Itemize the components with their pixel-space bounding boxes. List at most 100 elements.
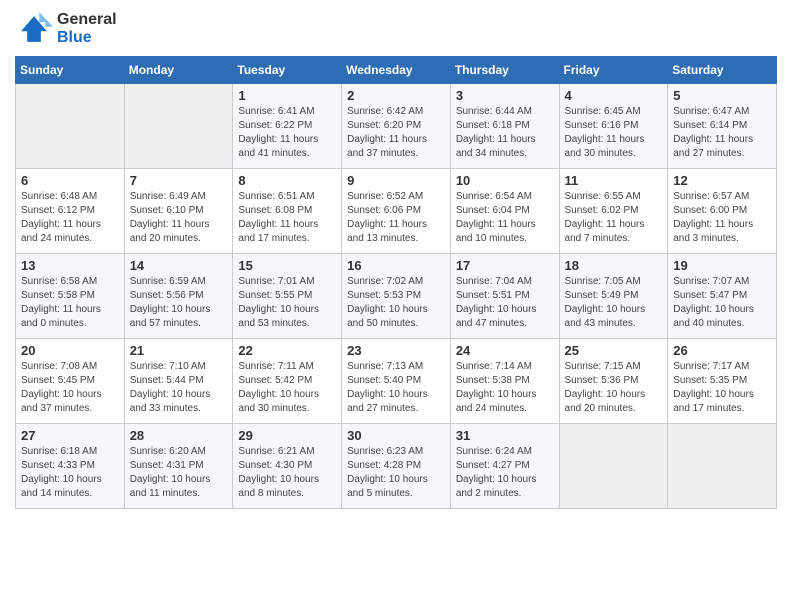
- day-info: Sunrise: 6:52 AM Sunset: 6:06 PM Dayligh…: [347, 190, 445, 246]
- calendar-header-row: SundayMondayTuesdayWednesdayThursdayFrid…: [16, 57, 777, 84]
- day-number: 12: [673, 173, 771, 188]
- calendar-cell: [668, 424, 777, 509]
- day-info: Sunrise: 6:58 AM Sunset: 5:58 PM Dayligh…: [21, 275, 119, 331]
- day-number: 31: [456, 428, 554, 443]
- calendar-cell: 9 Sunrise: 6:52 AM Sunset: 6:06 PM Daylig…: [342, 169, 451, 254]
- calendar-cell: 7Sunrise: 6:49 AM Sunset: 6:10 PM Daylig…: [124, 169, 233, 254]
- calendar-week-row: 13Sunrise: 6:58 AM Sunset: 5:58 PM Dayli…: [16, 254, 777, 339]
- calendar-cell: 4 Sunrise: 6:45 AM Sunset: 6:16 PM Daylig…: [559, 84, 668, 169]
- day-number: 8: [238, 173, 336, 188]
- day-number: 11: [565, 173, 663, 188]
- day-info: Sunrise: 6:47 AM Sunset: 6:14 PM Dayligh…: [673, 105, 771, 161]
- calendar-cell: 20Sunrise: 7:08 AM Sunset: 5:45 PM Dayli…: [16, 339, 125, 424]
- day-info: Sunrise: 7:11 AM Sunset: 5:42 PM Dayligh…: [238, 360, 336, 416]
- calendar-cell: 13Sunrise: 6:58 AM Sunset: 5:58 PM Dayli…: [16, 254, 125, 339]
- day-number: 22: [238, 343, 336, 358]
- day-number: 30: [347, 428, 445, 443]
- day-of-week-header: Monday: [124, 57, 233, 84]
- day-info: Sunrise: 6:24 AM Sunset: 4:27 PM Dayligh…: [456, 445, 554, 501]
- calendar-week-row: 20Sunrise: 7:08 AM Sunset: 5:45 PM Dayli…: [16, 339, 777, 424]
- calendar-cell: 19 Sunrise: 7:07 AM Sunset: 5:47 PM Dayli…: [668, 254, 777, 339]
- calendar-cell: 27 Sunrise: 6:18 AM Sunset: 4:33 PM Dayli…: [16, 424, 125, 509]
- day-info: Sunrise: 6:55 AM Sunset: 6:02 PM Dayligh…: [565, 190, 663, 246]
- day-number: 6: [21, 173, 119, 188]
- day-number: 16: [347, 258, 445, 273]
- day-number: 5: [673, 88, 771, 103]
- calendar-header: General Blue: [15, 10, 777, 48]
- calendar-cell: 10 Sunrise: 6:54 AM Sunset: 6:04 PM Dayli…: [450, 169, 559, 254]
- day-number: 19: [673, 258, 771, 273]
- calendar-cell: 24Sunrise: 7:14 AM Sunset: 5:38 PM Dayli…: [450, 339, 559, 424]
- day-of-week-header: Sunday: [16, 57, 125, 84]
- day-number: 15: [238, 258, 336, 273]
- calendar-cell: 17 Sunrise: 7:04 AM Sunset: 5:51 PM Dayli…: [450, 254, 559, 339]
- logo-blue: Blue: [57, 29, 117, 47]
- logo-icon: [15, 10, 53, 48]
- calendar-cell: 11 Sunrise: 6:55 AM Sunset: 6:02 PM Dayli…: [559, 169, 668, 254]
- calendar-cell: 15 Sunrise: 7:01 AM Sunset: 5:55 PM Dayli…: [233, 254, 342, 339]
- day-number: 14: [130, 258, 228, 273]
- day-number: 23: [347, 343, 445, 358]
- day-info: Sunrise: 7:04 AM Sunset: 5:51 PM Dayligh…: [456, 275, 554, 331]
- calendar-cell: 30Sunrise: 6:23 AM Sunset: 4:28 PM Dayli…: [342, 424, 451, 509]
- day-info: Sunrise: 6:54 AM Sunset: 6:04 PM Dayligh…: [456, 190, 554, 246]
- calendar-cell: 28Sunrise: 6:20 AM Sunset: 4:31 PM Dayli…: [124, 424, 233, 509]
- day-info: Sunrise: 7:07 AM Sunset: 5:47 PM Dayligh…: [673, 275, 771, 331]
- day-number: 25: [565, 343, 663, 358]
- calendar-cell: 31 Sunrise: 6:24 AM Sunset: 4:27 PM Dayli…: [450, 424, 559, 509]
- day-of-week-header: Wednesday: [342, 57, 451, 84]
- logo-general: General: [57, 11, 117, 29]
- calendar-cell: 1 Sunrise: 6:41 AM Sunset: 6:22 PM Daylig…: [233, 84, 342, 169]
- calendar-container: General Blue SundayMondayTuesdayWednesda…: [0, 0, 792, 524]
- day-info: Sunrise: 6:18 AM Sunset: 4:33 PM Dayligh…: [21, 445, 119, 501]
- calendar-cell: 6 Sunrise: 6:48 AM Sunset: 6:12 PM Daylig…: [16, 169, 125, 254]
- calendar-cell: 14 Sunrise: 6:59 AM Sunset: 5:56 PM Dayli…: [124, 254, 233, 339]
- day-info: Sunrise: 6:21 AM Sunset: 4:30 PM Dayligh…: [238, 445, 336, 501]
- calendar-cell: 12 Sunrise: 6:57 AM Sunset: 6:00 PM Dayli…: [668, 169, 777, 254]
- calendar-cell: 29 Sunrise: 6:21 AM Sunset: 4:30 PM Dayli…: [233, 424, 342, 509]
- day-info: Sunrise: 6:49 AM Sunset: 6:10 PM Dayligh…: [130, 190, 228, 246]
- calendar-week-row: 27 Sunrise: 6:18 AM Sunset: 4:33 PM Dayli…: [16, 424, 777, 509]
- calendar-cell: [124, 84, 233, 169]
- calendar-week-row: 1 Sunrise: 6:41 AM Sunset: 6:22 PM Daylig…: [16, 84, 777, 169]
- calendar-week-row: 6 Sunrise: 6:48 AM Sunset: 6:12 PM Daylig…: [16, 169, 777, 254]
- day-number: 1: [238, 88, 336, 103]
- day-info: Sunrise: 6:20 AM Sunset: 4:31 PM Dayligh…: [130, 445, 228, 501]
- day-info: Sunrise: 7:05 AM Sunset: 5:49 PM Dayligh…: [565, 275, 663, 331]
- calendar-cell: 16 Sunrise: 7:02 AM Sunset: 5:53 PM Dayli…: [342, 254, 451, 339]
- day-info: Sunrise: 7:15 AM Sunset: 5:36 PM Dayligh…: [565, 360, 663, 416]
- day-number: 29: [238, 428, 336, 443]
- day-info: Sunrise: 7:02 AM Sunset: 5:53 PM Dayligh…: [347, 275, 445, 331]
- day-info: Sunrise: 6:42 AM Sunset: 6:20 PM Dayligh…: [347, 105, 445, 161]
- logo: General Blue: [15, 10, 117, 48]
- day-of-week-header: Tuesday: [233, 57, 342, 84]
- calendar-cell: 26 Sunrise: 7:17 AM Sunset: 5:35 PM Dayli…: [668, 339, 777, 424]
- day-info: Sunrise: 6:59 AM Sunset: 5:56 PM Dayligh…: [130, 275, 228, 331]
- day-number: 26: [673, 343, 771, 358]
- calendar-table: SundayMondayTuesdayWednesdayThursdayFrid…: [15, 56, 777, 509]
- calendar-cell: 2 Sunrise: 6:42 AM Sunset: 6:20 PM Daylig…: [342, 84, 451, 169]
- day-number: 17: [456, 258, 554, 273]
- day-info: Sunrise: 6:41 AM Sunset: 6:22 PM Dayligh…: [238, 105, 336, 161]
- day-info: Sunrise: 7:01 AM Sunset: 5:55 PM Dayligh…: [238, 275, 336, 331]
- day-info: Sunrise: 6:48 AM Sunset: 6:12 PM Dayligh…: [21, 190, 119, 246]
- day-info: Sunrise: 7:10 AM Sunset: 5:44 PM Dayligh…: [130, 360, 228, 416]
- day-number: 18: [565, 258, 663, 273]
- day-number: 9: [347, 173, 445, 188]
- calendar-cell: 18 Sunrise: 7:05 AM Sunset: 5:49 PM Dayli…: [559, 254, 668, 339]
- day-info: Sunrise: 6:45 AM Sunset: 6:16 PM Dayligh…: [565, 105, 663, 161]
- day-info: Sunrise: 7:13 AM Sunset: 5:40 PM Dayligh…: [347, 360, 445, 416]
- calendar-cell: 21 Sunrise: 7:10 AM Sunset: 5:44 PM Dayli…: [124, 339, 233, 424]
- calendar-cell: 22 Sunrise: 7:11 AM Sunset: 5:42 PM Dayli…: [233, 339, 342, 424]
- day-info: Sunrise: 7:17 AM Sunset: 5:35 PM Dayligh…: [673, 360, 771, 416]
- day-number: 4: [565, 88, 663, 103]
- day-number: 10: [456, 173, 554, 188]
- day-info: Sunrise: 6:57 AM Sunset: 6:00 PM Dayligh…: [673, 190, 771, 246]
- calendar-cell: 23 Sunrise: 7:13 AM Sunset: 5:40 PM Dayli…: [342, 339, 451, 424]
- calendar-cell: 25 Sunrise: 7:15 AM Sunset: 5:36 PM Dayli…: [559, 339, 668, 424]
- day-of-week-header: Friday: [559, 57, 668, 84]
- day-number: 2: [347, 88, 445, 103]
- calendar-cell: [559, 424, 668, 509]
- day-number: 27: [21, 428, 119, 443]
- day-number: 21: [130, 343, 228, 358]
